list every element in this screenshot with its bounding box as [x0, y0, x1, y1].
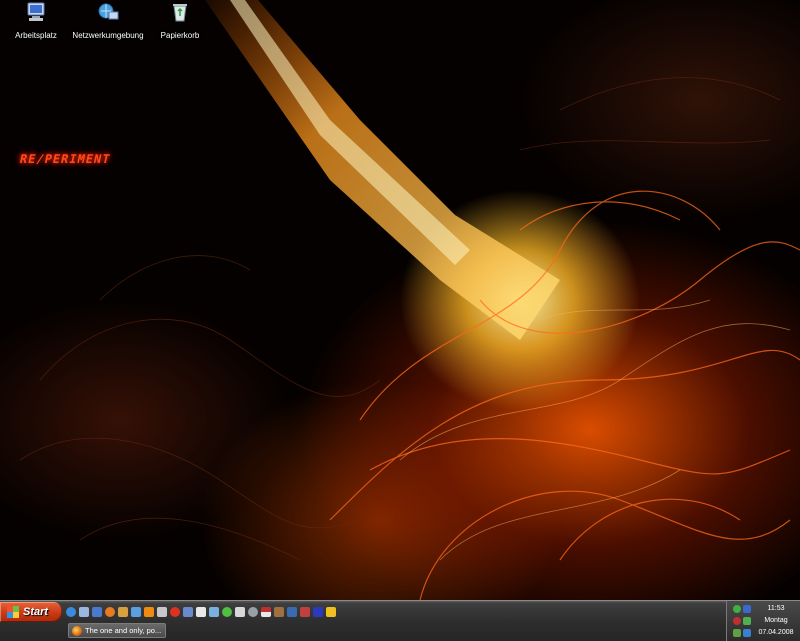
firefox-icon[interactable] — [105, 607, 115, 617]
taskbar-window-button[interactable]: The one and only, po... — [68, 623, 166, 638]
tray-app-icon[interactable] — [743, 617, 751, 625]
app-icon[interactable] — [118, 607, 128, 617]
clock-day: Montag — [764, 617, 788, 624]
app-icon[interactable] — [326, 607, 336, 617]
app-icon[interactable] — [209, 607, 219, 617]
app-icon[interactable] — [287, 607, 297, 617]
app-icon[interactable] — [196, 607, 206, 617]
app-icon[interactable] — [170, 607, 180, 617]
app-icon[interactable] — [274, 607, 284, 617]
firefox-icon — [72, 625, 82, 636]
media-player-icon[interactable] — [92, 607, 102, 617]
my-computer-icon — [27, 2, 45, 21]
start-label: Start — [23, 606, 49, 618]
tray-app-icon[interactable] — [733, 629, 741, 637]
recycle-bin-icon — [173, 4, 187, 22]
app-icon[interactable] — [222, 607, 232, 617]
desktop-icon-papierkorb[interactable]: Papierkorb — [140, 2, 220, 43]
start-button[interactable]: Start — [0, 602, 62, 622]
app-icon[interactable] — [235, 607, 245, 617]
steam-icon[interactable] — [248, 607, 258, 617]
app-icon[interactable] — [300, 607, 310, 617]
network-places-icon — [98, 3, 119, 20]
desktop-wallpaper: Arbeitsplatz Netzwerkumgebung Papierkorb… — [0, 0, 800, 600]
windows-logo-icon — [7, 606, 19, 618]
flag-icon[interactable] — [261, 607, 271, 617]
tray-app-icon[interactable] — [743, 629, 751, 637]
ie-icon[interactable] — [66, 607, 76, 617]
taskbar: Start The one and only, po... 11:53 Mont… — [0, 600, 800, 641]
wallpaper-logo-text: RE/PERIMENT — [18, 152, 112, 166]
clock-time[interactable]: 11:53 — [754, 605, 798, 612]
desktop-icon-label: Netzwerkumgebung — [72, 31, 144, 40]
taskbar-window-label: The one and only, po... — [85, 626, 162, 635]
clock-date: 07.04.2008 — [758, 629, 794, 636]
desktop-icon-netzwerkumgebung[interactable]: Netzwerkumgebung — [68, 2, 148, 43]
desktop-icon-arbeitsplatz[interactable]: Arbeitsplatz — [0, 2, 76, 43]
tray-app-icon[interactable] — [743, 605, 751, 613]
app-icon[interactable] — [131, 607, 141, 617]
tray-app-icon[interactable] — [733, 605, 741, 613]
app-icon[interactable] — [183, 607, 193, 617]
app-icon[interactable] — [157, 607, 167, 617]
show-desktop-icon[interactable] — [79, 607, 89, 617]
quick-launch-bar — [66, 604, 336, 620]
desktop-icon-label: Papierkorb — [160, 31, 200, 40]
wallpaper-fire-art — [19, 0, 800, 600]
tray-app-icon[interactable] — [733, 617, 741, 625]
vlc-icon[interactable] — [144, 607, 154, 617]
app-icon[interactable] — [313, 607, 323, 617]
desktop-icon-label: Arbeitsplatz — [15, 31, 57, 40]
